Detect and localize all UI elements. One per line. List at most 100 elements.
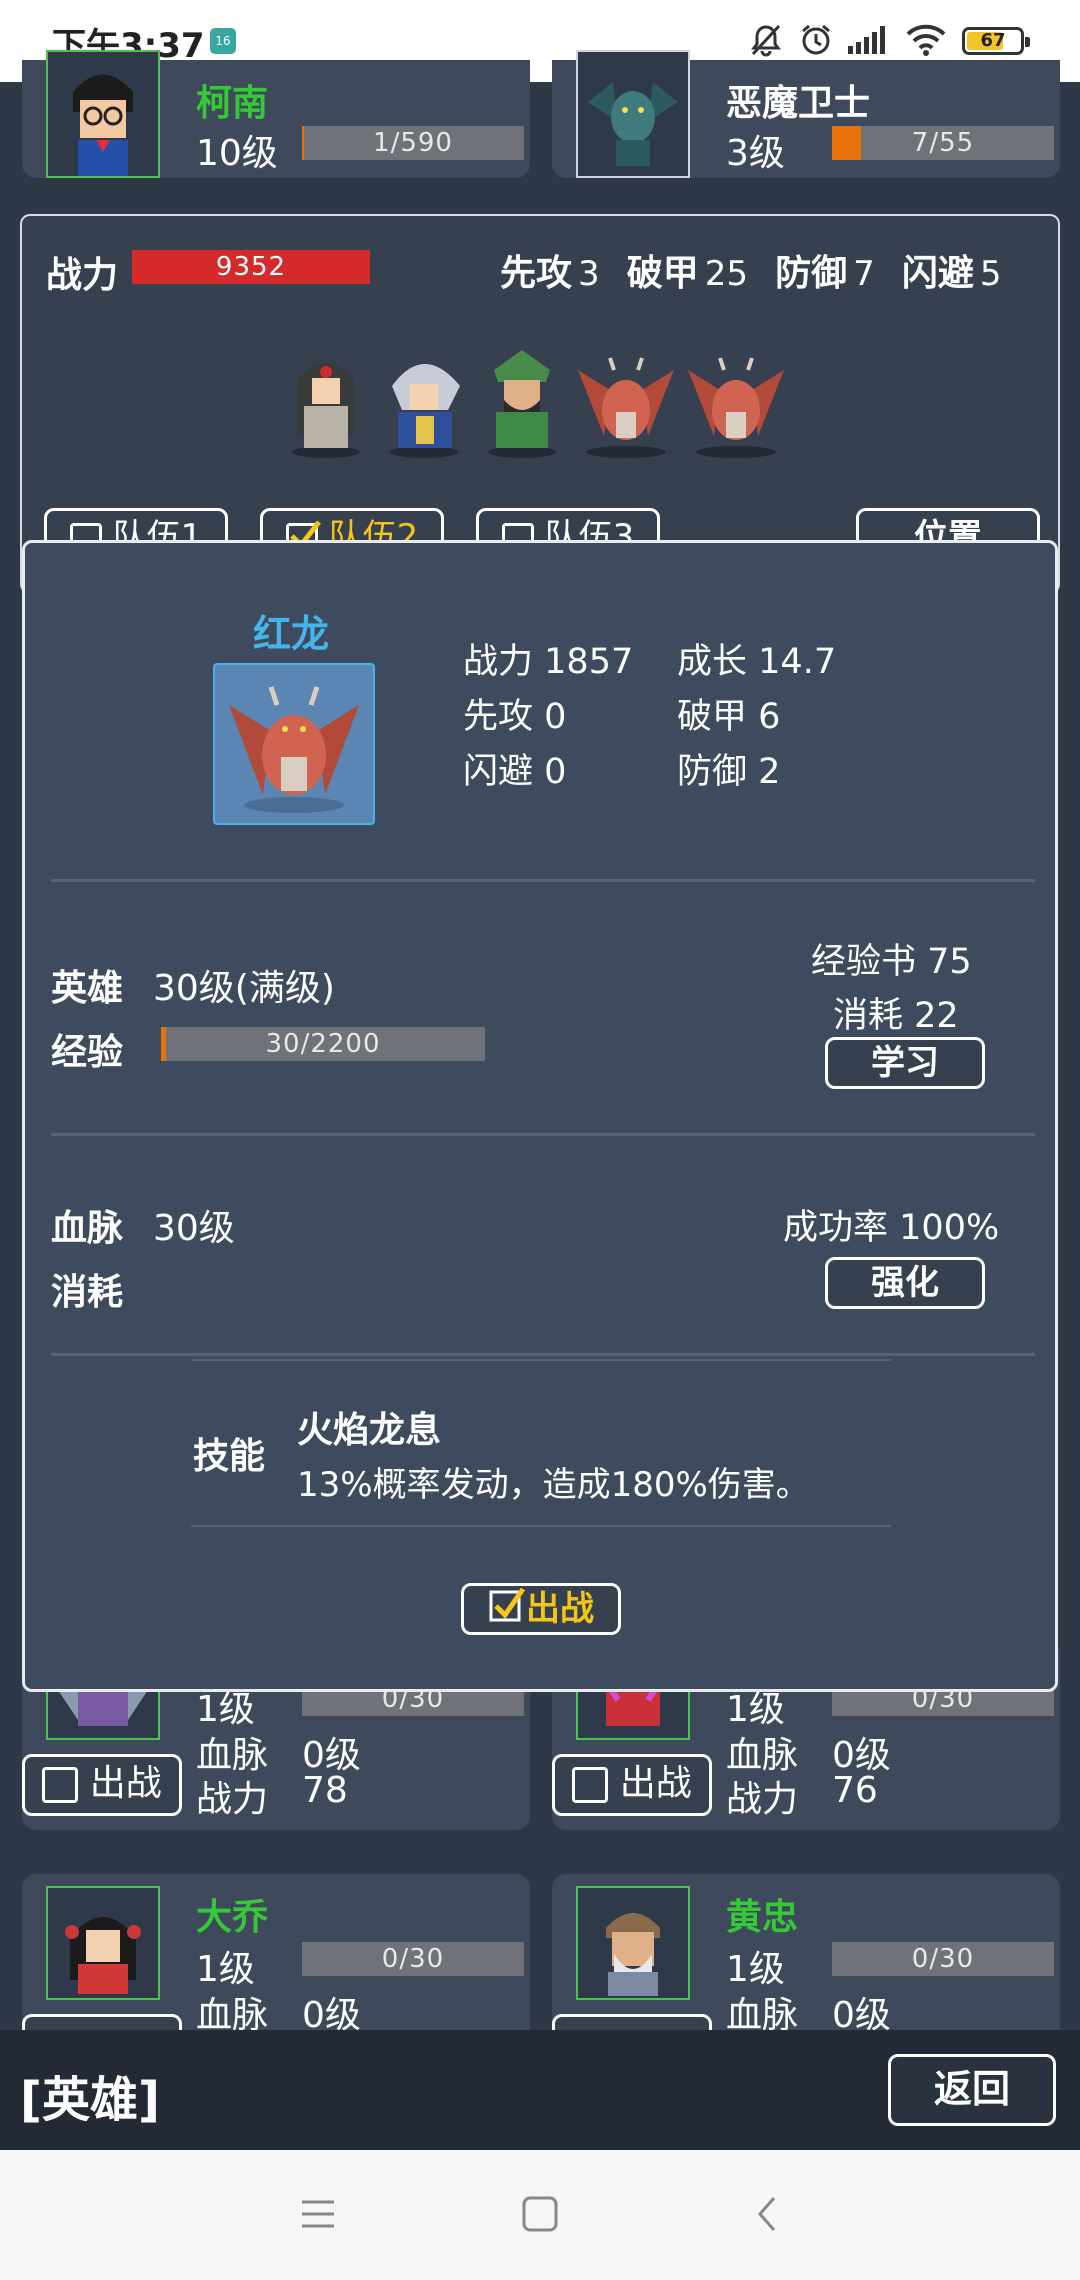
divider: [51, 1133, 1035, 1136]
deploy-label: 出战: [89, 1763, 162, 1804]
hero-detail-modal: 红龙 战力 1857 成长 14.7 先攻 0 破甲 6 闪避 0 防御 2 英雄 3…: [22, 540, 1058, 1692]
success-rate-value: 100%: [899, 1208, 1000, 1248]
stat-label: 防御: [775, 253, 848, 294]
screen-title: [英雄]: [20, 2072, 160, 2128]
success-rate-label: 成功率: [783, 1208, 889, 1248]
bell-off-icon: [751, 24, 781, 57]
stat-label: 成长: [677, 642, 748, 682]
app-notification-icon: 16: [210, 28, 236, 54]
hero-portrait-huangzhong: [576, 1886, 690, 2000]
hero-portrait-demon-guard: [576, 50, 690, 178]
female-warrior-sprite-icon: [292, 362, 360, 458]
power-label: 战力: [196, 1779, 269, 1820]
exp-bar: 7/55: [832, 126, 1054, 160]
exp-consume: 消耗 22: [833, 987, 959, 1038]
power-label: 战力: [726, 1779, 799, 1820]
hero-name: 大乔: [196, 1897, 269, 1938]
exp-bar-label: 0/30: [911, 1944, 975, 1974]
hero-portrait-daqiao: [46, 1886, 160, 2000]
skill-divider-top: [191, 1359, 891, 1361]
hero-level-label: 英雄: [51, 968, 124, 1009]
modal-exp-bar: 30/2200: [161, 1027, 485, 1061]
team-panel: 战力 9352 先攻 3 破甲 25 防御 7 闪避 5 队伍1 队伍2 队伍3…: [20, 214, 1060, 594]
stat-label: 战力: [463, 642, 534, 682]
stat-label: 破甲: [626, 253, 699, 294]
exp-bar: 1/590: [302, 126, 524, 160]
back-button[interactable]: 返回: [888, 2054, 1056, 2126]
exp-label: 经验: [51, 1032, 124, 1073]
exp-book: 经验书 75: [811, 933, 972, 984]
deploy-button[interactable]: 出战: [22, 1754, 182, 1816]
consume-value: 22: [914, 996, 959, 1036]
team-power-label: 战力: [46, 255, 119, 296]
stat-value: 7: [853, 254, 875, 294]
deploy-toggle-button[interactable]: 出战: [461, 1583, 621, 1635]
stat-label: 破甲: [677, 697, 748, 737]
exp-book-label: 经验书: [811, 942, 917, 982]
hero-name: 柯南: [196, 83, 269, 124]
signal-icon: [848, 26, 885, 54]
modal-stats: 战力 1857 成长 14.7 先攻 0 破甲 6 闪避 0 防御 2: [463, 635, 883, 800]
hero-level: 3级: [726, 133, 785, 174]
hero-name: 恶魔卫士: [726, 83, 871, 124]
hero-level: 10级: [196, 133, 278, 174]
stat-label: 闪避: [901, 253, 974, 294]
stat-value: 0: [544, 752, 567, 792]
stat-value: 25: [704, 254, 749, 294]
stat-value: 2: [758, 752, 781, 792]
success-rate: 成功率 100%: [783, 1199, 999, 1250]
home-icon[interactable]: [520, 2194, 560, 2234]
learn-button[interactable]: 学习: [825, 1037, 985, 1089]
general-sprite-icon: [488, 350, 556, 458]
exp-bar-label: 1/590: [373, 128, 453, 158]
bloodline-level: 30级: [153, 1208, 235, 1249]
stat-value: 5: [979, 254, 1002, 294]
modal-hero-name: 红龙: [253, 612, 330, 656]
divider: [51, 879, 1035, 882]
skill-description: 13%概率发动，造成180%伤害。: [297, 1465, 810, 1505]
system-nav-bar: [0, 2150, 1080, 2280]
stat-label: 先攻: [463, 697, 534, 737]
stat-label: 防御: [677, 752, 748, 792]
red-dragon-sprite-icon: [688, 357, 784, 458]
power-value: 78: [302, 1770, 348, 1811]
stat-label: 先攻: [500, 253, 573, 294]
daqiao-avatar-icon: [48, 1888, 158, 1998]
strengthen-button[interactable]: 强化: [825, 1257, 985, 1309]
conan-avatar-icon: [48, 52, 158, 176]
stat-value: 6: [758, 697, 781, 737]
exp-bar: 0/30: [832, 1942, 1054, 1976]
hero-level: 1级: [196, 1949, 255, 1990]
hero-card-daqiao[interactable]: 大乔 1级 0/30 血脉 0级: [22, 1874, 530, 2054]
exp-bar-label: 7/55: [911, 128, 975, 158]
skill-name: 火焰龙息: [297, 1410, 442, 1451]
deploy-button[interactable]: 出战: [552, 1754, 712, 1816]
hero-card-conan[interactable]: 柯南 10级 1/590: [22, 50, 530, 178]
stat-value: 1857: [544, 642, 634, 682]
menu-icon[interactable]: [298, 2196, 338, 2232]
bloodline-label: 血脉: [51, 1208, 124, 1249]
red-dragon-sprite-icon: [578, 357, 674, 458]
red-dragon-avatar-icon: [229, 686, 359, 813]
team-power-bar: 9352: [132, 250, 370, 284]
hero-name: 黄忠: [726, 1897, 799, 1938]
deploy-label: 出战: [526, 1589, 594, 1629]
stat-value: 3: [578, 254, 600, 294]
back-nav-icon[interactable]: [752, 2194, 782, 2234]
hero-level-value: 30级(满级): [153, 968, 335, 1009]
skill-divider-bottom: [191, 1525, 891, 1527]
consume-label: 消耗: [833, 996, 904, 1036]
team-members: [292, 350, 784, 458]
silver-hair-sprite-icon: [390, 364, 460, 458]
hero-card-huangzhong[interactable]: 黄忠 1级 0/30 血脉 0级: [552, 1874, 1060, 2054]
wifi-icon: [906, 24, 946, 56]
bloodline-consume-label: 消耗: [51, 1272, 124, 1313]
stat-value: 0: [544, 697, 567, 737]
skill-label: 技能: [193, 1436, 266, 1477]
battery-level: 67: [980, 30, 1006, 51]
power-value: 76: [832, 1770, 878, 1811]
deploy-label: 出战: [619, 1763, 692, 1804]
divider: [51, 1353, 1035, 1356]
hero-card-demon-guard[interactable]: 恶魔卫士 3级 7/55: [552, 50, 1060, 178]
huangzhong-avatar-icon: [578, 1888, 688, 1998]
